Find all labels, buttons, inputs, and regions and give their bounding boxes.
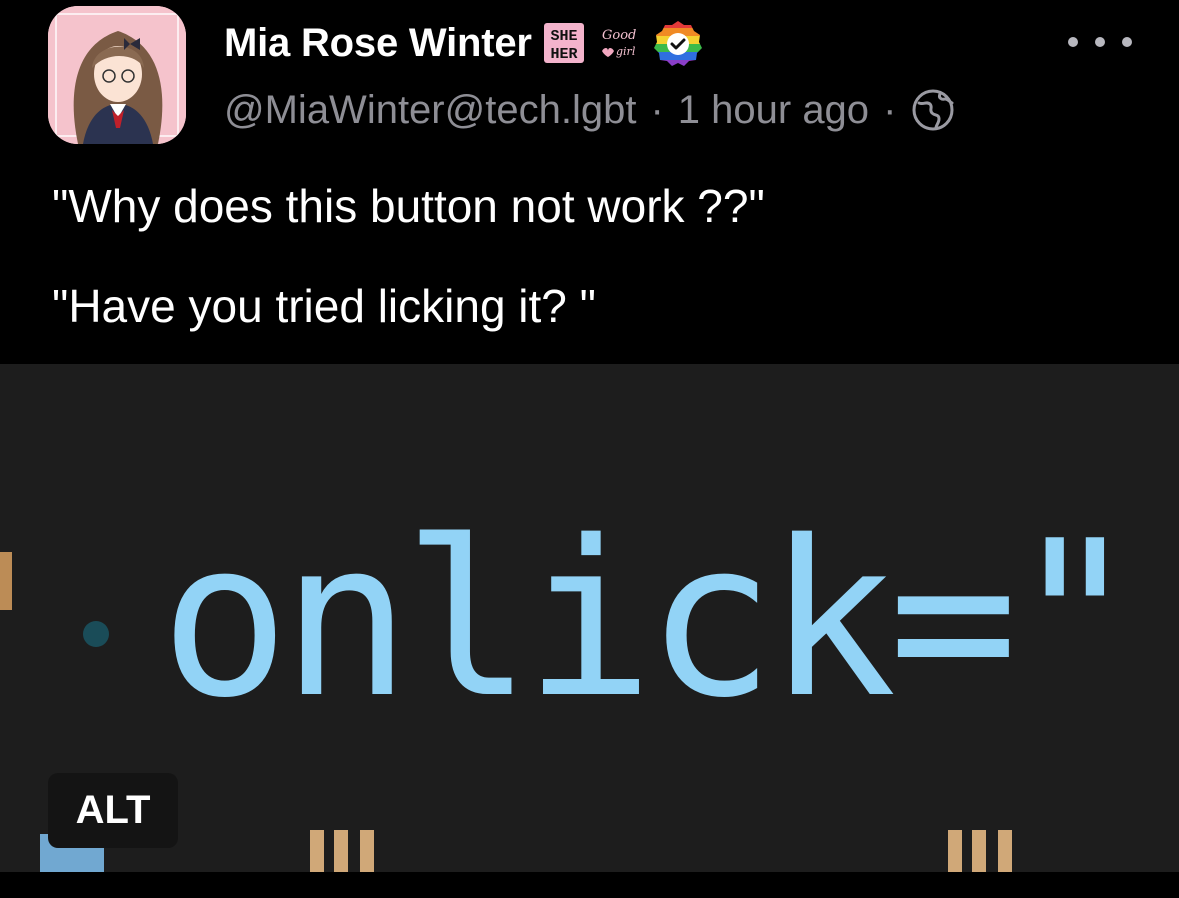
author-name-row: Mia Rose Winter SHE HER Good girl — [224, 14, 702, 72]
author-handle[interactable]: @MiaWinter@tech.lgbt — [224, 90, 636, 130]
post: Mia Rose Winter SHE HER Good girl @MiaWi… — [0, 0, 1179, 898]
ellipsis-icon — [1095, 37, 1105, 47]
code-fragment — [948, 830, 962, 872]
meta-separator: · — [883, 88, 897, 132]
bottom-divider — [0, 872, 1179, 898]
post-meta: @MiaWinter@tech.lgbt · 1 hour ago · — [224, 82, 956, 138]
globe-icon[interactable] — [910, 87, 956, 133]
meta-separator: · — [650, 88, 664, 132]
code-fragment — [334, 830, 348, 872]
author-display-name[interactable]: Mia Rose Winter — [224, 23, 532, 63]
post-content: "Why does this button not work ??" "Have… — [52, 176, 1139, 336]
alt-text-button[interactable]: ALT — [48, 773, 178, 848]
code-fragment — [972, 830, 986, 872]
she-her-badge-icon: SHE HER — [543, 23, 584, 63]
svg-text:girl: girl — [616, 45, 636, 58]
code-fragment — [0, 552, 12, 610]
code-fragment — [998, 830, 1012, 872]
svg-text:Good: Good — [602, 28, 636, 43]
post-timestamp[interactable]: 1 hour ago — [678, 90, 869, 130]
ellipsis-icon — [1068, 37, 1078, 47]
rainbow-verified-badge-icon — [653, 21, 702, 66]
svg-text:HER: HER — [550, 46, 577, 63]
code-fragment — [310, 830, 324, 872]
good-girl-badge-icon: Good girl — [601, 28, 636, 58]
code-whitespace-dot — [83, 621, 109, 647]
avatar-illustration — [48, 6, 186, 144]
svg-text:SHE: SHE — [550, 28, 577, 45]
post-paragraph: "Have you tried licking it? " — [52, 280, 597, 332]
code-text: onlick=" — [160, 494, 1132, 745]
more-options-button[interactable] — [1068, 28, 1132, 56]
avatar[interactable] — [48, 6, 186, 144]
code-fragment — [360, 830, 374, 872]
ellipsis-icon — [1122, 37, 1132, 47]
post-paragraph: "Why does this button not work ??" — [52, 180, 765, 232]
